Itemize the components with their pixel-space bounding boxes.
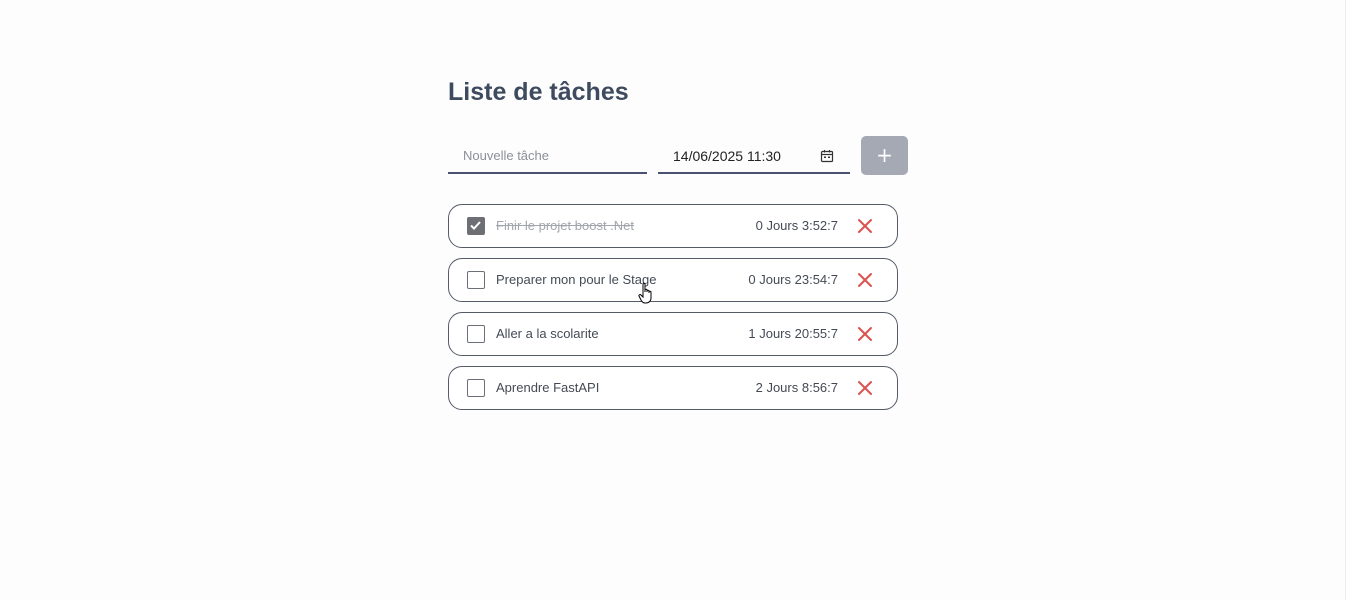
delete-task-icon[interactable] xyxy=(857,272,873,288)
add-task-button[interactable]: + xyxy=(861,136,908,175)
due-date-field[interactable]: 14/06/2025 11:30 xyxy=(658,138,850,174)
delete-task-icon[interactable] xyxy=(857,326,873,342)
window-edge xyxy=(1345,0,1358,600)
task-label: Finir le projet boost .Net xyxy=(496,218,635,233)
task-checkbox[interactable] xyxy=(467,379,485,397)
task-remaining-time: 1 Jours 20:55:7 xyxy=(748,326,838,341)
task-label: Aprendre FastAPI xyxy=(496,380,600,395)
task-remaining-time: 0 Jours 3:52:7 xyxy=(755,218,838,233)
new-task-input[interactable] xyxy=(448,138,647,174)
task-checkbox[interactable] xyxy=(467,325,485,343)
task-item: Aller a la scolarite 1 Jours 20:55:7 xyxy=(448,312,898,356)
task-remaining-time: 0 Jours 23:54:7 xyxy=(748,272,838,287)
delete-task-icon[interactable] xyxy=(857,380,873,396)
task-label: Preparer mon pour le Stage xyxy=(496,272,657,287)
task-list: Finir le projet boost .Net 0 Jours 3:52:… xyxy=(448,204,898,420)
new-task-form: 14/06/2025 11:30 + xyxy=(448,136,908,178)
task-item: Preparer mon pour le Stage 0 Jours 23:54… xyxy=(448,258,898,302)
hand-pointer-cursor-icon xyxy=(638,282,652,304)
task-item: Finir le projet boost .Net 0 Jours 3:52:… xyxy=(448,204,898,248)
todo-page: Liste de tâches 14/06/2025 11:30 + xyxy=(0,0,1358,600)
checkmark-icon xyxy=(470,221,481,230)
task-remaining-time: 2 Jours 8:56:7 xyxy=(755,380,838,395)
delete-task-icon[interactable] xyxy=(857,218,873,234)
task-item: Aprendre FastAPI 2 Jours 8:56:7 xyxy=(448,366,898,410)
todo-container: Liste de tâches 14/06/2025 11:30 + xyxy=(448,74,908,178)
due-date-value: 14/06/2025 11:30 xyxy=(673,148,781,164)
calendar-icon[interactable] xyxy=(820,149,834,163)
task-checkbox[interactable] xyxy=(467,271,485,289)
task-label: Aller a la scolarite xyxy=(496,326,599,341)
task-checkbox[interactable] xyxy=(467,217,485,235)
page-title: Liste de tâches xyxy=(448,78,629,106)
